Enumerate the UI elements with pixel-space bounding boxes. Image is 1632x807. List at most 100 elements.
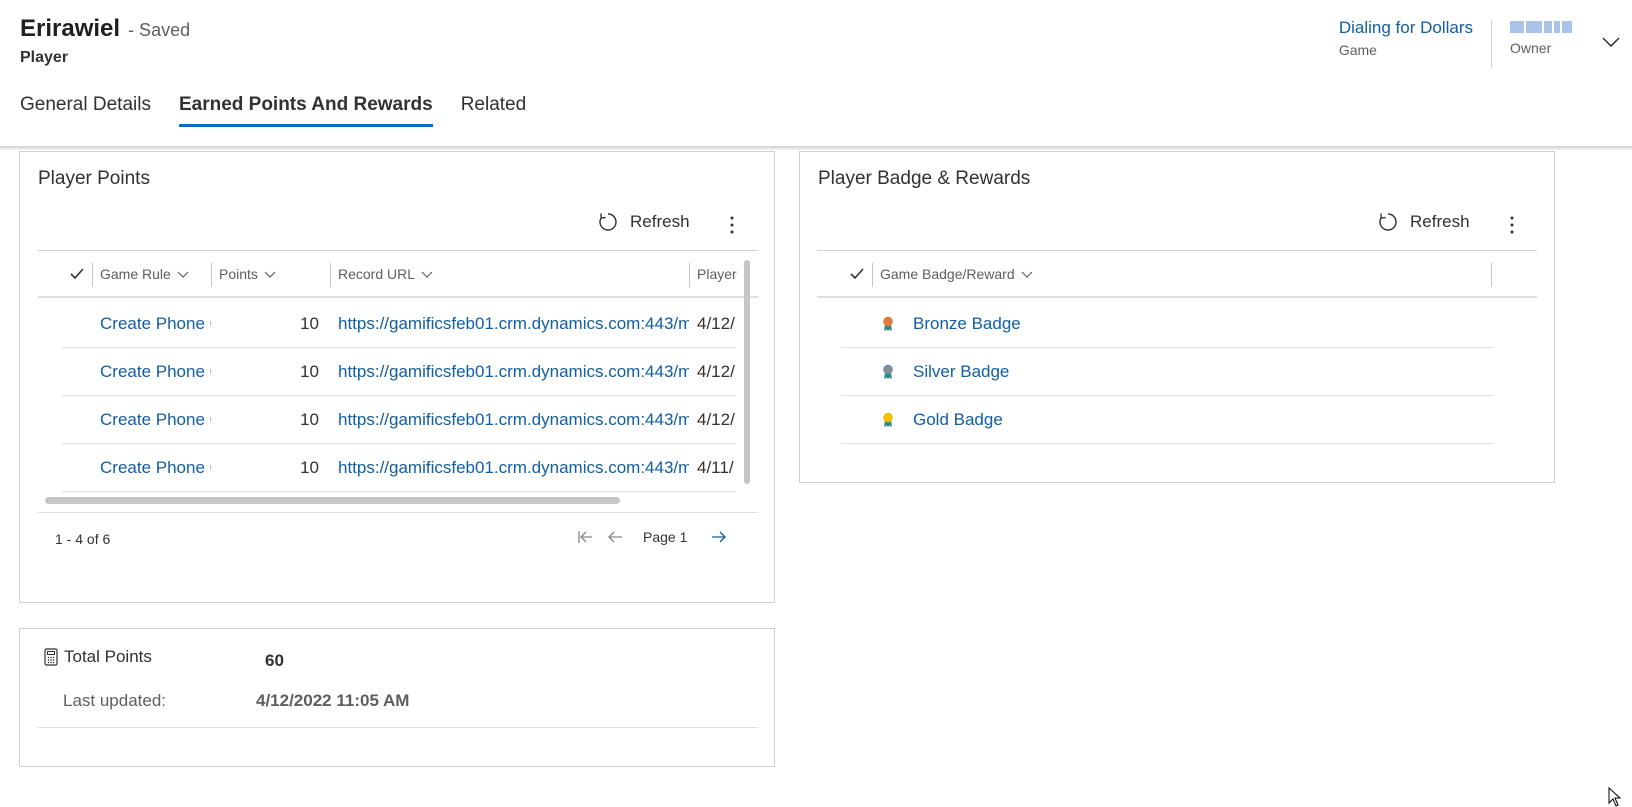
column-header-record-url[interactable]: Record URL: [338, 251, 433, 297]
total-points-text: Total Points: [64, 647, 152, 666]
column-divider: [1491, 263, 1492, 287]
tab-general-details[interactable]: General Details: [20, 94, 151, 127]
record-url-link[interactable]: https://gamificsfeb01.crm.dynamics.com:4…: [338, 300, 689, 347]
refresh-icon: [1379, 213, 1397, 231]
mouse-cursor-icon: [1608, 787, 1622, 807]
bronze-badge-icon: [881, 300, 895, 347]
more-vertical-icon: [1510, 216, 1514, 234]
table-row[interactable]: Silver Badge: [841, 348, 1492, 396]
total-points-value: 60: [265, 651, 284, 670]
column-label: Points: [219, 266, 258, 282]
table-row[interactable]: Create Phone C 10 https://gamificsfeb01.…: [62, 396, 736, 444]
table-row[interactable]: Gold Badge: [841, 396, 1492, 444]
column-divider: [689, 263, 690, 287]
pager-divider: [38, 512, 758, 513]
last-updated-label: Last updated:: [63, 691, 167, 710]
table-row[interactable]: Bronze Badge: [841, 300, 1492, 348]
refresh-icon: [599, 213, 617, 231]
badge-link[interactable]: Silver Badge: [913, 348, 1009, 395]
refresh-label: Refresh: [1410, 212, 1470, 231]
badge-link[interactable]: Bronze Badge: [913, 300, 1021, 347]
tab-related[interactable]: Related: [461, 94, 527, 127]
column-label: Record URL: [338, 266, 416, 282]
column-header-points[interactable]: Points: [219, 251, 276, 297]
header-expand-button[interactable]: [1590, 18, 1632, 66]
player-points-section: Player Points Refresh Game Rule Points R…: [19, 151, 775, 603]
badges-more-button[interactable]: [1502, 213, 1522, 237]
table-row[interactable]: Create Phone C 10 https://gamificsfeb01.…: [62, 300, 736, 348]
player-badge-rewards-title: Player Badge & Rewards: [818, 168, 1031, 189]
header-fields: Dialing for Dollars Game Owner: [1321, 18, 1632, 68]
checkmark-icon: [850, 268, 864, 280]
total-points-section: Total Points 60 Last updated: 4/12/2022 …: [19, 628, 775, 767]
last-updated-value: 4/12/2022 11:05 AM: [256, 691, 410, 710]
points-value: 10: [300, 313, 319, 333]
record-title: Erirawiel - Saved: [20, 15, 190, 43]
next-page-icon[interactable]: [711, 530, 727, 544]
select-all-checkbox[interactable]: [70, 251, 90, 297]
column-divider: [211, 263, 212, 287]
table-row[interactable]: Create Phone C 10 https://gamificsfeb01.…: [62, 444, 736, 492]
player-date: 4/11/: [697, 457, 734, 477]
player-points-grid-header: Game Rule Points Record URL Player: [38, 250, 758, 298]
badges-refresh-button[interactable]: Refresh: [1378, 212, 1470, 232]
game-rule-link[interactable]: Create Phone C: [100, 444, 211, 491]
record-name: Erirawiel: [20, 15, 121, 42]
page-number: Page 1: [643, 529, 688, 545]
record-url-link[interactable]: https://gamificsfeb01.crm.dynamics.com:4…: [338, 396, 689, 443]
column-header-player[interactable]: Player: [697, 251, 737, 297]
horizontal-scrollbar[interactable]: [45, 497, 620, 504]
column-divider: [330, 263, 331, 287]
record-url-link[interactable]: https://gamificsfeb01.crm.dynamics.com:4…: [338, 444, 689, 491]
points-value: 10: [300, 409, 319, 429]
game-rule-link[interactable]: Create Phone C: [100, 300, 211, 347]
total-points-label: Total Points: [44, 647, 152, 667]
owner-name-blurred[interactable]: [1510, 18, 1572, 36]
column-label: Game Badge/Reward: [880, 266, 1015, 282]
badges-grid-header: Game Badge/Reward: [817, 250, 1537, 298]
points-value: 10: [300, 361, 319, 381]
game-label: Game: [1338, 42, 1377, 58]
column-header-game-rule[interactable]: Game Rule: [100, 251, 189, 297]
column-label: Game Rule: [100, 266, 171, 282]
header-field-owner: Owner: [1492, 18, 1590, 56]
record-count: 1 - 4 of 6: [55, 531, 111, 547]
chevron-down-icon: [264, 271, 276, 278]
chevron-down-icon: [177, 271, 189, 278]
record-url-link[interactable]: https://gamificsfeb01.crm.dynamics.com:4…: [338, 348, 689, 395]
chevron-down-icon: [1602, 37, 1620, 47]
record-header: Erirawiel - Saved Player Dialing for Dol…: [0, 0, 1632, 150]
game-link[interactable]: Dialing for Dollars: [1339, 18, 1473, 38]
checkmark-icon: [70, 268, 84, 280]
previous-page-icon[interactable]: [607, 530, 623, 544]
more-vertical-icon: [730, 216, 734, 234]
table-row[interactable]: Create Phone C 10 https://gamificsfeb01.…: [62, 348, 736, 396]
pager-navigation: Page 1: [577, 529, 727, 545]
player-points-more-button[interactable]: [722, 213, 742, 237]
first-page-icon[interactable]: [577, 530, 593, 544]
player-date: 4/12/: [697, 361, 735, 381]
badge-link[interactable]: Gold Badge: [913, 396, 1003, 443]
column-divider: [872, 263, 873, 287]
player-date: 4/12/: [697, 313, 735, 333]
player-date: 4/12/: [697, 409, 735, 429]
save-status: - Saved: [128, 20, 191, 40]
field-divider: [38, 727, 758, 728]
header-divider: [0, 146, 1632, 150]
column-divider: [92, 263, 93, 287]
game-rule-link[interactable]: Create Phone C: [100, 396, 211, 443]
player-points-refresh-button[interactable]: Refresh: [598, 212, 690, 232]
vertical-scrollbar[interactable]: [744, 260, 750, 484]
silver-badge-icon: [881, 348, 895, 395]
points-value: 10: [300, 457, 319, 477]
game-rule-link[interactable]: Create Phone C: [100, 348, 211, 395]
column-header-game-badge-reward[interactable]: Game Badge/Reward: [880, 251, 1033, 297]
select-all-checkbox[interactable]: [850, 251, 870, 297]
form-tabs: General Details Earned Points And Reward…: [20, 94, 526, 127]
refresh-label: Refresh: [630, 212, 690, 231]
player-points-title: Player Points: [38, 168, 150, 189]
calculator-icon: [44, 648, 58, 666]
gold-badge-icon: [881, 396, 895, 443]
tab-earned-points-and-rewards[interactable]: Earned Points And Rewards: [178, 94, 433, 127]
chevron-down-icon: [1021, 271, 1033, 278]
